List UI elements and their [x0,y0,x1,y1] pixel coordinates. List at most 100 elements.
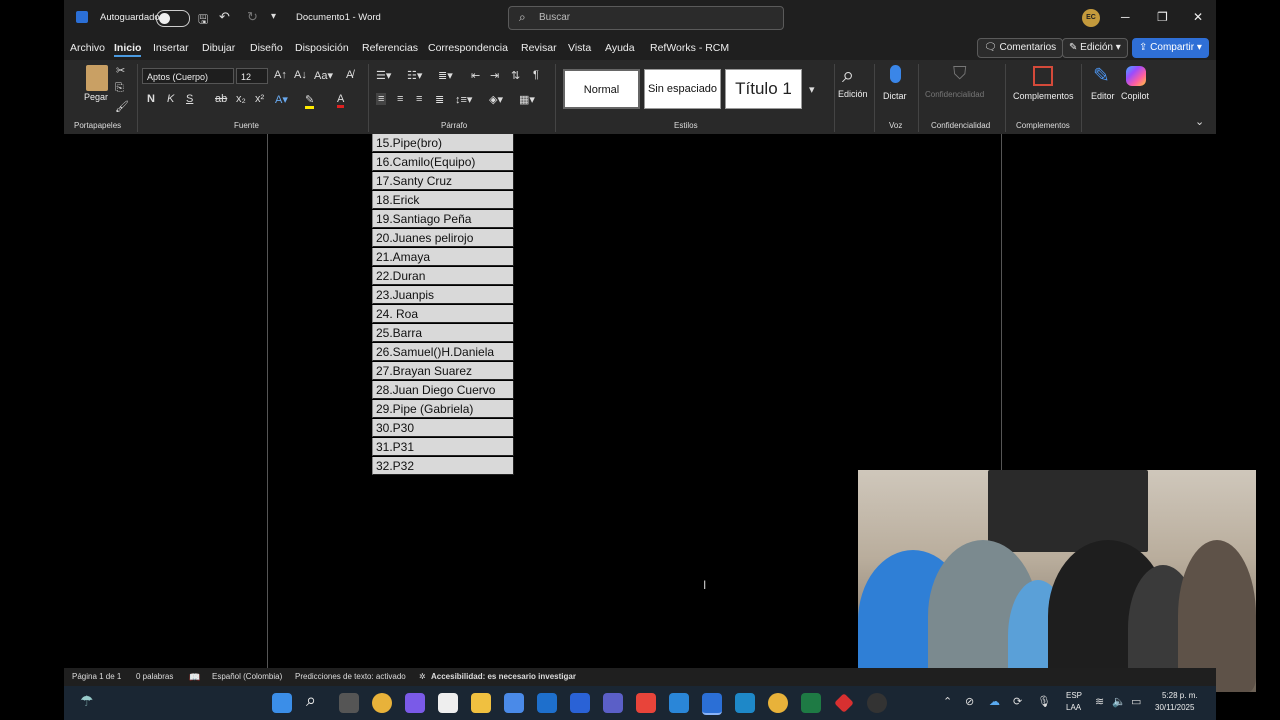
word-count[interactable]: 0 palabras [136,672,173,681]
align-left-icon[interactable]: ≡ [376,93,387,105]
paste-label[interactable]: Pegar [84,92,108,102]
cut-icon[interactable]: ✂ [116,64,125,77]
restore-icon[interactable]: ❐ [1157,10,1168,24]
list-item[interactable]: 23.Juanpis [372,286,514,304]
wifi-icon[interactable]: ≋ [1095,695,1104,708]
list-item[interactable]: 24. Roa [372,305,514,323]
list-item[interactable]: 31.P31 [372,438,514,456]
notepad-icon[interactable] [438,693,458,713]
editing-mode-button[interactable]: ✎ Edición ▾ [1062,38,1128,58]
shading-icon[interactable]: ◈▾ [489,93,503,106]
list-item[interactable]: 16.Camilo(Equipo) [372,153,514,171]
undo-icon[interactable]: ↶ [219,9,230,25]
save-icon[interactable]: 🖫 [198,10,208,31]
style-normal[interactable]: Normal [563,69,640,109]
clear-format-icon[interactable]: A̸ [346,69,353,81]
addins-label[interactable]: Complementos [1013,91,1074,101]
shrink-font-icon[interactable]: A↓ [294,69,307,81]
copy-icon[interactable]: ⎘ [115,82,124,95]
copilot-label[interactable]: Copilot [1121,91,1149,101]
justify-icon[interactable]: ≣ [435,93,444,106]
grow-font-icon[interactable]: A↑ [274,69,287,81]
copilot-taskbar-icon[interactable] [405,693,425,713]
list-item[interactable]: 27.Brayan Suarez [372,362,514,380]
app-icon[interactable] [735,693,755,713]
list-item[interactable]: 22.Duran [372,267,514,285]
vscode-icon[interactable] [669,693,689,713]
list-item[interactable]: 15.Pipe(bro) [372,134,514,152]
list-item[interactable]: 19.Santiago Peña [372,210,514,228]
align-right-icon[interactable]: ≡ [416,93,422,105]
list-item[interactable]: 28.Juan Diego Cuervo [372,381,514,399]
subscript-icon[interactable]: x₂ [236,93,246,105]
tab-revisar[interactable]: Revisar [521,42,557,54]
outlook-icon[interactable] [537,693,557,713]
clock-date[interactable]: 30/11/2025 [1155,703,1194,712]
autosave-toggle[interactable] [156,10,190,27]
tab-correspondencia[interactable]: Correspondencia [428,42,508,54]
store-icon[interactable] [504,693,524,713]
show-marks-icon[interactable]: ¶ [533,69,539,81]
customize-toolbar-icon[interactable]: ▾ [271,11,276,22]
list-item[interactable]: 17.Santy Cruz [372,172,514,190]
close-icon[interactable]: ✕ [1193,10,1203,24]
highlight-icon[interactable]: ✎ [305,93,315,109]
tab-disposicion[interactable]: Disposición [295,42,349,54]
borders-icon[interactable]: ▦▾ [519,93,535,106]
text-effects-icon[interactable]: A▾ [275,93,288,106]
multilevel-list-icon[interactable]: ≣▾ [438,69,453,82]
tab-archivo[interactable]: Archivo [70,42,105,54]
accessibility-status[interactable]: Accesibilidad: es necesario investigar [431,672,576,681]
bold-button[interactable]: N [147,93,155,105]
word-taskbar-icon[interactable] [702,693,722,715]
find-label[interactable]: Edición [838,89,868,99]
input-language[interactable]: ESP [1066,691,1082,700]
microphone-icon[interactable] [890,65,901,83]
accessibility-icon[interactable]: ✲ [419,672,426,681]
weather-icon[interactable]: ☂ [80,692,93,710]
tab-referencias[interactable]: Referencias [362,42,418,54]
decrease-indent-icon[interactable]: ⇤ [471,69,480,82]
tray-icon[interactable]: ⊘ [965,695,974,708]
editor-label[interactable]: Editor [1091,91,1115,101]
line-spacing-icon[interactable]: ↕≡▾ [455,93,472,106]
collapse-ribbon-icon[interactable]: ⌄ [1195,115,1204,128]
teams-icon[interactable] [603,693,623,713]
app-icon[interactable] [636,693,656,713]
font-name-combo[interactable]: Aptos (Cuerpo) [142,68,234,84]
styles-more-icon[interactable]: ▾ [809,83,815,96]
chrome-profile-icon[interactable] [768,693,788,713]
find-icon[interactable]: ⌕ [842,62,854,88]
copilot-icon[interactable] [1126,66,1146,86]
increase-indent-icon[interactable]: ⇥ [490,69,499,82]
superscript-icon[interactable]: x² [255,93,264,105]
page-count[interactable]: Página 1 de 1 [72,672,121,681]
change-case-icon[interactable]: Aa▾ [314,69,333,82]
tab-dibujar[interactable]: Dibujar [202,42,235,54]
paste-icon[interactable] [86,65,108,91]
minimize-icon[interactable]: ─ [1121,10,1130,24]
volume-icon[interactable]: 🔈 [1112,695,1126,708]
list-item[interactable]: 20.Juanes pelirojo [372,229,514,247]
onedrive-icon[interactable]: ☁ [989,695,1000,708]
mic-tray-icon[interactable]: 🎙 [1037,695,1051,708]
chrome-icon[interactable] [372,693,392,713]
file-explorer-icon[interactable] [471,693,491,713]
tray-overflow-icon[interactable]: ⌃ [943,695,952,708]
share-button[interactable]: ⇪ Compartir ▾ [1132,38,1209,58]
dictate-label[interactable]: Dictar [883,91,907,101]
tab-inicio[interactable]: Inicio [114,42,142,57]
list-item[interactable]: 18.Erick [372,191,514,209]
align-center-icon[interactable]: ≡ [397,93,403,105]
list-item[interactable]: 32.P32 [372,457,514,475]
list-item[interactable]: 26.Samuel()H.Daniela [372,343,514,361]
tab-refworks[interactable]: RefWorks - RCM [650,42,729,54]
italic-button[interactable]: K [167,93,174,105]
tab-insertar[interactable]: Insertar [153,42,189,54]
battery-icon[interactable]: ▭ [1131,695,1141,708]
strikethrough-icon[interactable]: ab [215,93,227,105]
editor-icon[interactable]: ✎ [1093,63,1110,88]
search-taskbar-icon[interactable]: ⌕ [306,690,316,711]
proofing-icon[interactable]: 📖 [189,672,200,683]
avatar[interactable]: EC [1082,9,1100,27]
